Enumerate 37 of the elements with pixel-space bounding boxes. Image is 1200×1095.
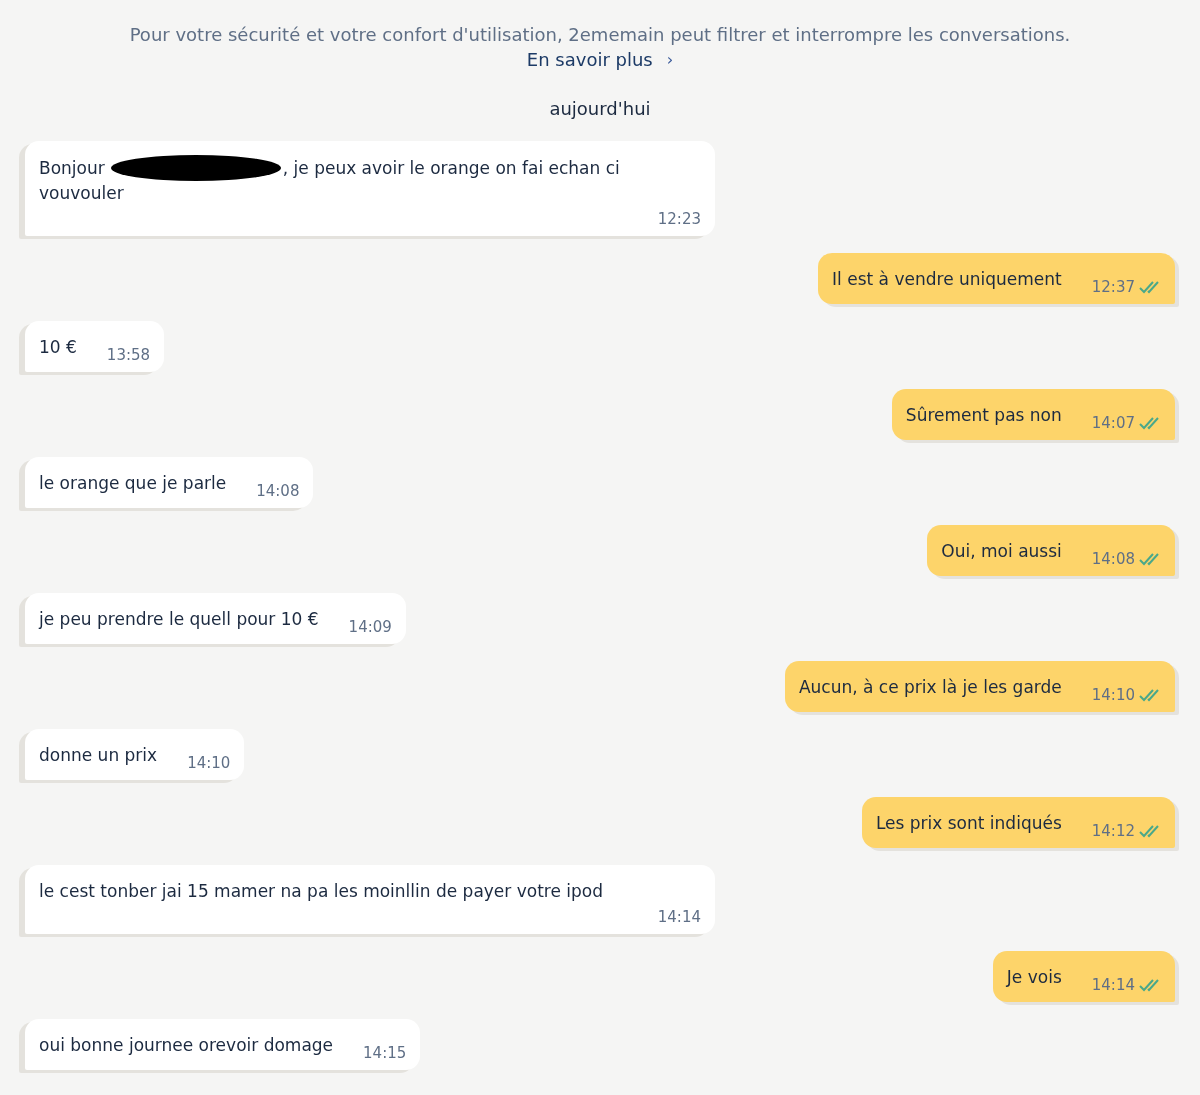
double-check-icon bbox=[1139, 280, 1161, 294]
message-text: Les prix sont indiqués bbox=[875, 812, 1062, 835]
message-text: 10 € bbox=[39, 336, 77, 359]
message-text: Oui, moi aussi bbox=[941, 540, 1062, 563]
message-time: 12:23 bbox=[657, 210, 701, 228]
message-text: le orange que je parle bbox=[39, 472, 227, 495]
message-time: 14:14 bbox=[657, 908, 701, 926]
message-text: Je vois bbox=[1006, 966, 1062, 989]
message-time: 13:58 bbox=[106, 346, 151, 364]
message-time: 12:37 bbox=[1091, 278, 1135, 296]
learn-more-link[interactable]: En savoir plus › bbox=[526, 49, 674, 70]
date-separator: aujourd'hui bbox=[549, 98, 651, 119]
message-text: le cest tonber jai 15 mamer na pa les moinllin de payer votre ipod bbox=[39, 880, 605, 903]
message-time: 14:10 bbox=[187, 754, 231, 772]
message-text: Il est à vendre uniquement bbox=[832, 268, 1062, 291]
message-text: je peu prendre le quell pour 10 € bbox=[39, 608, 319, 631]
message-text: Aucun, à ce prix là je les garde bbox=[798, 676, 1062, 699]
message-text: Sûrement pas non bbox=[905, 404, 1062, 427]
message-text: , je peux avoir le orange on fai echan ci bbox=[282, 156, 620, 180]
message-text: donne un prix bbox=[39, 744, 158, 767]
safety-notice: Pour votre sécurité et votre confort d'utilisation, 2ememain peut filtrer et interrompre les conversations. bbox=[129, 24, 1071, 45]
message-time: 14:15 bbox=[363, 1044, 407, 1062]
message-text: oui bonne journee orevoir domage bbox=[39, 1034, 334, 1057]
message-time: 14:08 bbox=[256, 482, 300, 500]
message-text: Bonjour bbox=[39, 156, 105, 180]
double-check-icon bbox=[1139, 416, 1161, 430]
double-check-icon bbox=[1139, 978, 1161, 992]
double-check-icon bbox=[1139, 688, 1161, 702]
message-time: 14:12 bbox=[1091, 822, 1135, 840]
message-time: 14:10 bbox=[1091, 686, 1135, 704]
message-text: vouvouler bbox=[39, 182, 124, 205]
message-time: 14:07 bbox=[1091, 414, 1135, 432]
message-time: 14:14 bbox=[1091, 976, 1135, 994]
double-check-icon bbox=[1139, 824, 1161, 838]
double-check-icon bbox=[1139, 552, 1161, 566]
message-time: 14:08 bbox=[1091, 550, 1135, 568]
message-time: 14:09 bbox=[348, 618, 392, 636]
